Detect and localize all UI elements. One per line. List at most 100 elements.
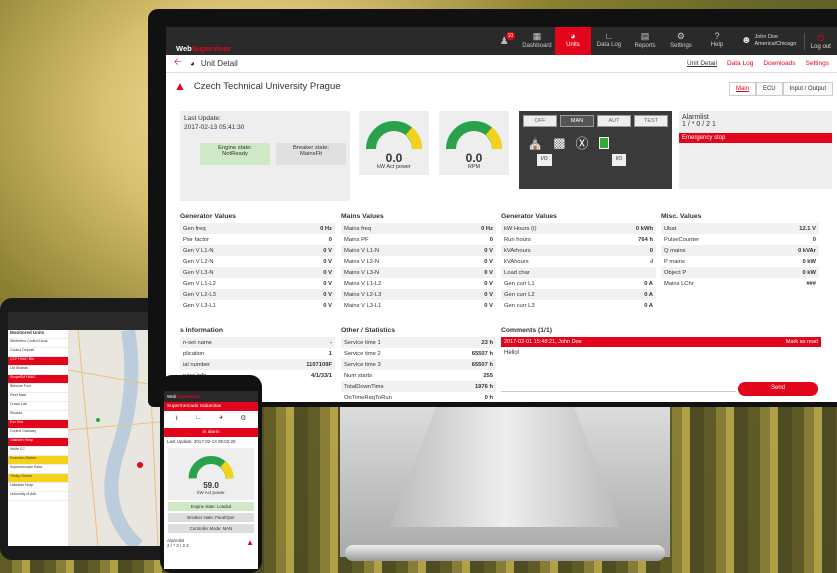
- phone-alarmlist[interactable]: Alarmlist 2 / * 3 / 2 2 ▲: [164, 535, 258, 551]
- row-label: Mains V L3-N: [341, 267, 451, 278]
- alerts-button[interactable]: ♟ 10: [490, 31, 519, 47]
- row-value: -: [261, 337, 335, 348]
- start-button[interactable]: [598, 136, 609, 149]
- table-row: Q mains 0 kVAr: [661, 245, 819, 256]
- table-row: Gen V L2-N 0 V: [180, 256, 335, 267]
- list-item[interactable]: University of Adb: [8, 492, 68, 501]
- phone-toolbar: ⭳ ∟ ◕ ⚙: [164, 411, 258, 428]
- nav-dashboard[interactable]: ▦ Dashboard: [519, 27, 555, 55]
- send-button[interactable]: Send: [738, 382, 818, 396]
- row-value: 0 A: [644, 280, 653, 287]
- tab-main[interactable]: Main: [728, 82, 756, 96]
- status-panel: Last Update: 2017-02-13 05:41:30 Engine …: [180, 111, 350, 201]
- chart-icon[interactable]: ∟: [195, 414, 202, 425]
- download-icon[interactable]: ⭳: [176, 414, 178, 425]
- list-item[interactable]: Ltd Shabak: [8, 366, 68, 375]
- row-label: Mains PF: [344, 236, 369, 243]
- list-item[interactable]: Exx Test: [8, 420, 68, 429]
- app-logo[interactable]: WebSupervisor: [166, 30, 490, 53]
- settings-link[interactable]: Settings: [806, 60, 830, 67]
- gear-icon[interactable]: ⚙: [240, 414, 246, 425]
- mode-test-button[interactable]: TEST: [634, 115, 668, 127]
- tab-ecu[interactable]: ECU: [755, 82, 783, 96]
- generator-values-2-table: kW Hours (I) 0 kWh Run hours 764 h kVArhours…: [501, 223, 656, 311]
- units-icon[interactable]: ◕: [219, 414, 223, 425]
- downloads-link[interactable]: Downloads: [763, 60, 795, 67]
- list-item[interactable]: Supermercado Saba: [8, 465, 68, 474]
- section-title: Mains Values: [341, 213, 384, 220]
- table-row: OnTimeReqToRun 0 h: [341, 392, 496, 402]
- phone-alarm-bar[interactable]: In alarm: [164, 428, 258, 437]
- row-label: Gen V L1-N: [180, 245, 287, 256]
- site-name: Czech Technical University Prague: [193, 80, 341, 92]
- nav-reports[interactable]: ▤ Reports: [627, 27, 663, 55]
- logout-button[interactable]: ⏻ Log out: [803, 32, 837, 50]
- row-value: 0 V: [323, 258, 332, 265]
- list-item[interactable]: Control Deposit: [8, 348, 68, 357]
- table-row: Gen V L3-N 0 V: [180, 267, 335, 278]
- comment-input[interactable]: [501, 391, 736, 392]
- back-arrow-icon[interactable]: 🡠: [174, 55, 190, 72]
- row-label: Gen V L2-N: [183, 258, 214, 265]
- nav-help[interactable]: ? Help: [699, 27, 735, 55]
- row-value: 12.1 V: [760, 223, 819, 234]
- mode-off-button[interactable]: OFF: [523, 115, 557, 127]
- phone-screen: WebSupervisor Supermercado Sabanitas ⭳ ∟…: [164, 391, 258, 569]
- list-item[interactable]: Lakeside Hosp: [8, 483, 68, 492]
- row-value: 255: [483, 372, 493, 379]
- list-item[interactable]: Evanston Station: [8, 456, 68, 465]
- warning-icon: ▲: [174, 79, 186, 93]
- row-value: 0 A: [597, 289, 656, 300]
- data-log-link[interactable]: Data Log: [727, 60, 753, 67]
- mode-man-button[interactable]: MAN: [560, 115, 594, 127]
- row-value: 764 h: [638, 236, 653, 243]
- gen-breaker-button[interactable]: I/O: [611, 154, 627, 166]
- row-value: 0: [489, 236, 493, 243]
- help-icon: ?: [714, 31, 720, 41]
- user-icon: ☻: [740, 35, 752, 46]
- row-value: 0 kW: [802, 258, 816, 265]
- list-item[interactable]: Trinity Church: [8, 474, 68, 483]
- row-value: 0 V: [450, 245, 496, 256]
- row-value: 0 V: [450, 289, 496, 300]
- section-title: Generator Values: [180, 213, 236, 220]
- row-value: 0 V: [450, 267, 496, 278]
- dashboard-icon: ▦: [532, 31, 542, 41]
- list-item[interactable]: Control Gateway: [8, 429, 68, 438]
- table-row: Mains freq 0 Hz: [341, 223, 496, 234]
- gauge-dial: [366, 121, 422, 150]
- row-label: ial number: [180, 359, 262, 370]
- list-item[interactable]: Crown Lab: [8, 402, 68, 411]
- generator-values-2-section: Generator Values kW Hours (I) 0 kWh Run ho…: [501, 213, 656, 311]
- user-menu[interactable]: ☻ John Doe America/Chicago: [741, 34, 804, 47]
- list-item[interactable]: Winterthur Control Hous: [8, 339, 68, 348]
- list-item[interactable]: Wolfe CC: [8, 447, 68, 456]
- factory-icon: ▩: [553, 134, 566, 150]
- unit-detail-link[interactable]: Unit Detail: [687, 60, 717, 67]
- gear-icon: ⚙: [676, 31, 685, 41]
- list-item[interactable]: Ricarda: [8, 411, 68, 420]
- controller-panel: OFF MAN AUT TEST ⛪ ▩ Ⓧ I/O I/O: [519, 111, 689, 189]
- nav-data-log[interactable]: ∟ Data Log: [591, 27, 627, 55]
- mark-as-read-link[interactable]: Mark as read: [786, 339, 818, 345]
- user-timezone: America/Chicago: [754, 41, 797, 47]
- tab-input-output[interactable]: Input / Output: [782, 82, 833, 96]
- tablet-unit-list: Monitored Units Winterthur Control Hous …: [8, 330, 68, 546]
- list-item[interactable]: CCP HVAC Bld: [8, 357, 68, 366]
- row-label: Gen V L2-L3: [180, 289, 287, 300]
- row-value: [597, 267, 656, 278]
- nav-settings[interactable]: ⚙ Settings: [663, 27, 699, 55]
- list-item[interactable]: Biltmore Pool: [8, 384, 68, 393]
- mains-breaker-button[interactable]: I/O: [537, 154, 552, 166]
- row-value: 0 V: [323, 280, 332, 287]
- list-item[interactable]: Oaklawn Hosp: [8, 438, 68, 447]
- row-label: Service time 3: [341, 359, 444, 370]
- list-item[interactable]: Fleet Main: [8, 393, 68, 402]
- row-value: 1107109F: [261, 359, 335, 370]
- row-value: 1: [328, 350, 332, 357]
- list-item[interactable]: ScopeSM HVAC: [8, 375, 68, 384]
- nav-units[interactable]: ◕ Units: [554, 27, 591, 55]
- mode-aut-button[interactable]: AUT: [597, 115, 631, 127]
- alarm-item[interactable]: Emergency stop: [679, 133, 832, 143]
- io-row: I/O I/O: [519, 154, 689, 166]
